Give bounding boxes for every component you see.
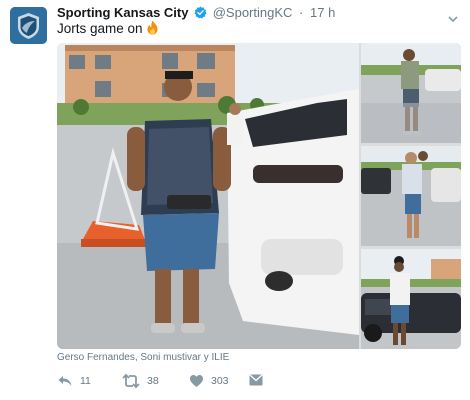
like-button[interactable]: 303 xyxy=(189,374,229,388)
heart-icon xyxy=(189,374,204,388)
fire-emoji-icon xyxy=(146,20,159,38)
direct-message-button[interactable] xyxy=(249,374,263,386)
verified-badge-icon xyxy=(194,6,207,22)
photo-thumbnail-1[interactable] xyxy=(361,43,461,143)
tweet-timestamp[interactable]: 17 h xyxy=(310,5,335,20)
reply-button[interactable]: 11 xyxy=(57,374,91,388)
account-name[interactable]: Sporting Kansas City xyxy=(57,5,188,20)
retweet-icon xyxy=(122,374,140,388)
retweet-button[interactable]: 38 xyxy=(122,374,159,388)
sporting-kc-logo-icon xyxy=(10,7,47,44)
reply-icon xyxy=(57,374,73,388)
media-grid xyxy=(57,43,461,349)
separator-dot: · xyxy=(299,5,304,20)
photo-thumbnail-2[interactable] xyxy=(361,146,461,246)
tweet-text-content: Jorts game on xyxy=(57,21,143,36)
chevron-down-icon[interactable] xyxy=(448,9,458,27)
tweet-card: Sporting Kansas City @SportingKC · 17 h … xyxy=(0,0,470,400)
like-count: 303 xyxy=(211,375,229,387)
tweet-text: Jorts game on xyxy=(57,20,159,38)
photo-tags[interactable]: Gerso Fernandes, Soni mustivar y ILIE xyxy=(57,352,229,363)
account-handle[interactable]: @SportingKC xyxy=(213,5,293,20)
direct-message-icon xyxy=(249,374,263,386)
tweet-header: Sporting Kansas City @SportingKC · 17 h xyxy=(57,5,335,21)
photo-main[interactable] xyxy=(57,43,359,349)
retweet-count: 38 xyxy=(147,375,159,387)
reply-count: 11 xyxy=(80,375,91,387)
photo-thumbnail-3[interactable] xyxy=(361,249,461,349)
avatar[interactable] xyxy=(10,7,47,44)
